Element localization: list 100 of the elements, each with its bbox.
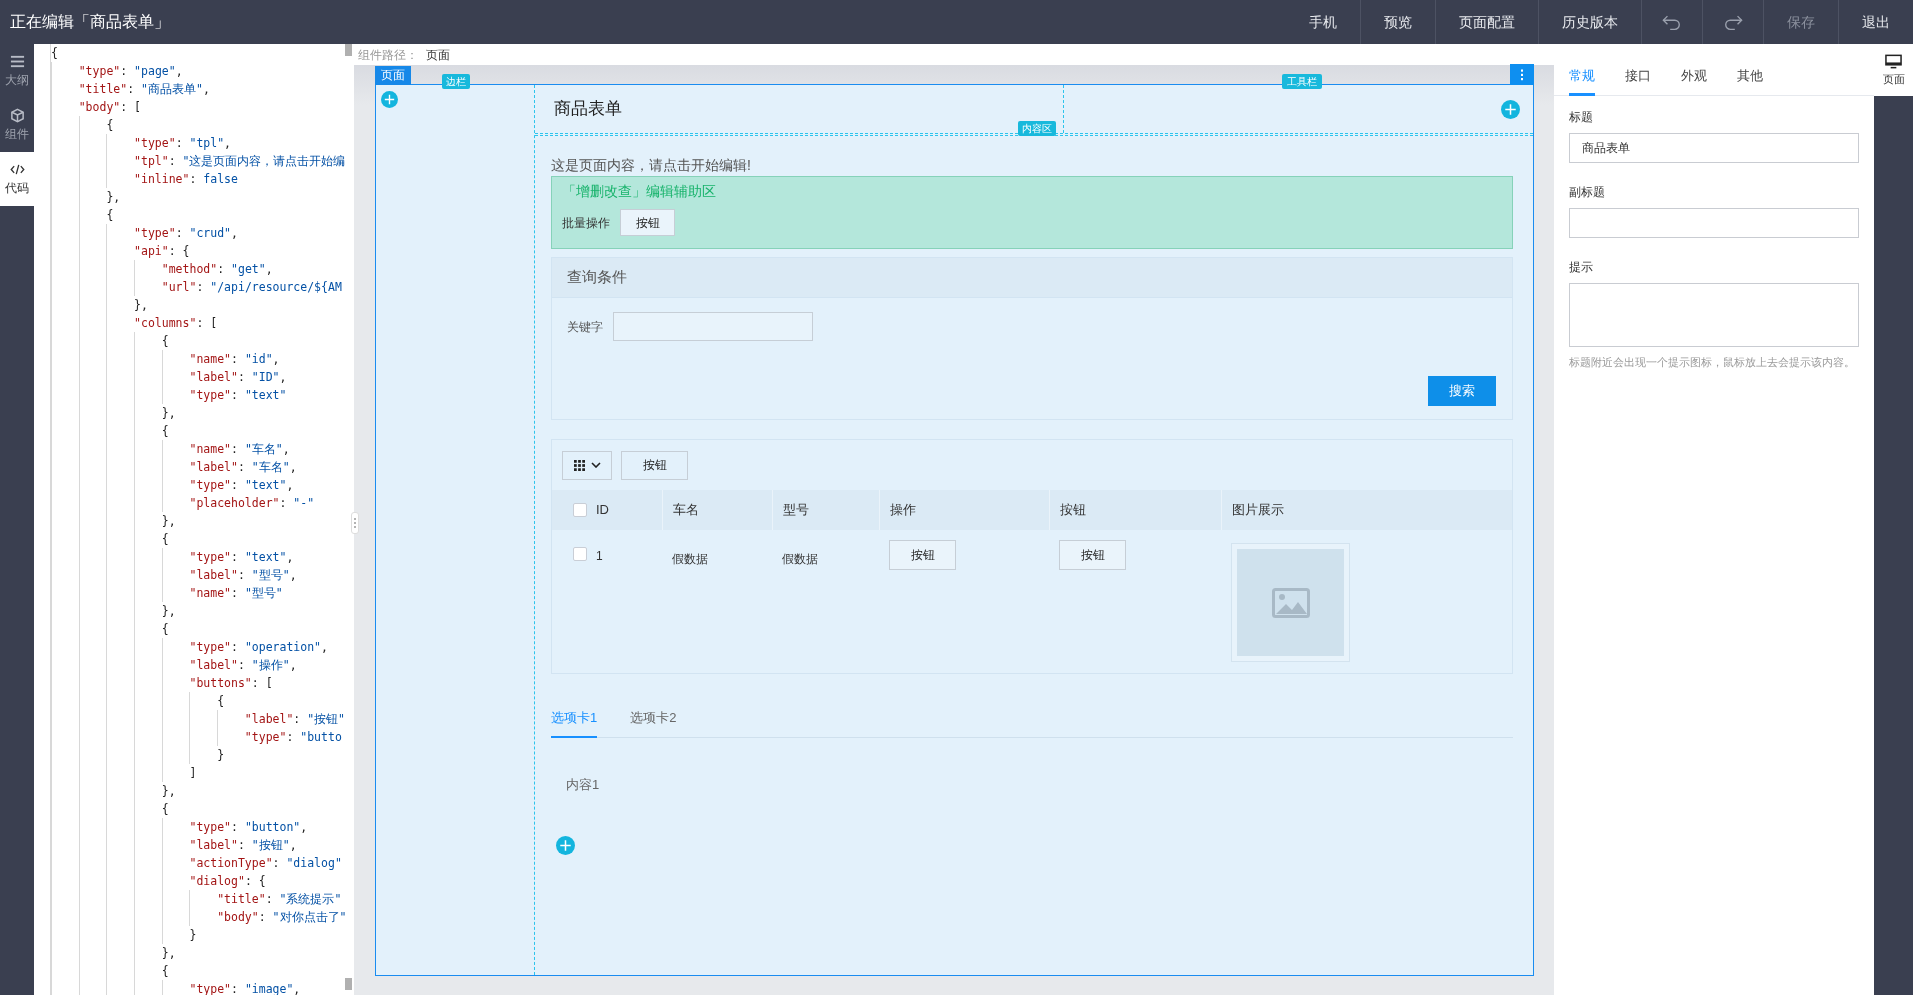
columns-dropdown[interactable]: [562, 450, 612, 480]
code-line: "type": "tpl",: [51, 134, 232, 152]
code-line: "type": "operation",: [51, 638, 328, 656]
rail-item[interactable]: 大纲: [0, 44, 34, 98]
code-line: "columns": [: [51, 314, 218, 332]
menu-icon: [9, 54, 25, 69]
table-cell: 1: [596, 549, 603, 563]
rail-item[interactable]: 代码: [0, 152, 34, 206]
page-tag[interactable]: 页面: [375, 66, 411, 85]
scrollbar-thumb[interactable]: [345, 44, 352, 56]
code-icon: [9, 162, 25, 177]
code-line: {: [51, 332, 169, 350]
code-line: "url": "/api/resource/${AM: [51, 278, 342, 296]
code-line: "label": "ID",: [51, 368, 287, 386]
column-header: 车名: [673, 501, 699, 520]
code-line: "buttons": [: [51, 674, 273, 692]
column-header: 操作: [890, 501, 916, 520]
code-line: "api": {: [51, 242, 190, 260]
code-line: ]: [51, 764, 197, 782]
code-line: "type": "text",: [51, 548, 294, 566]
toolbar-button[interactable]: 按钮: [621, 450, 688, 480]
code-line: "type": "page",: [51, 62, 183, 80]
scrollbar-thumb[interactable]: [345, 978, 352, 990]
code-line: "type": "crud",: [51, 224, 238, 242]
code-line: "title": "系统提示": [51, 890, 342, 908]
tab[interactable]: 选项卡2: [630, 700, 677, 738]
code-line: "title": "商品表单",: [51, 80, 210, 98]
toolbar-button[interactable]: 手机: [1286, 0, 1360, 44]
code-line: {: [51, 45, 58, 62]
code-line: "type": "text",: [51, 476, 294, 494]
code-line: "label": "车名",: [51, 458, 297, 476]
rail-item[interactable]: 组件: [0, 98, 34, 152]
tab-content-text: 内容1: [565, 776, 601, 794]
code-line: {: [51, 530, 169, 548]
field-label: 提示: [1569, 259, 1594, 276]
add-icon[interactable]: [381, 91, 398, 108]
code-line: {: [51, 800, 169, 818]
grid-icon: [573, 459, 585, 471]
column-header: ID: [596, 501, 609, 520]
code-line: "actionType": "dialog": [51, 854, 342, 872]
code-line: }: [51, 746, 225, 764]
code-line: },: [51, 404, 176, 422]
tab[interactable]: 外观: [1681, 58, 1707, 96]
intro-text: 这是页面内容，请点击开始编辑!: [551, 156, 752, 174]
code-line: "type": "image",: [51, 980, 301, 995]
code-line: {: [51, 116, 114, 134]
checkbox[interactable]: [573, 547, 587, 561]
code-line: "name": "id",: [51, 350, 280, 368]
code-line: {: [51, 692, 225, 710]
code-line: "method": "get",: [51, 260, 273, 278]
code-line: {: [51, 620, 169, 638]
tab[interactable]: 接口: [1625, 58, 1651, 96]
breadcrumb-label: 组件路径：: [358, 46, 418, 64]
tab[interactable]: 其他: [1737, 58, 1763, 96]
field-label: 标题: [1569, 109, 1594, 126]
rail-label: 组件: [5, 126, 29, 142]
code-line: "label": "操作",: [51, 656, 297, 674]
monitor-icon: [1885, 54, 1902, 69]
code-line: },: [51, 602, 176, 620]
row-button[interactable]: 按钮: [889, 540, 956, 570]
row-button[interactable]: 按钮: [1059, 540, 1126, 570]
panel-title: 查询条件: [567, 267, 627, 288]
add-icon[interactable]: [1501, 99, 1520, 119]
text-area[interactable]: [1569, 283, 1859, 347]
field-label: 关键字: [567, 318, 604, 336]
breadcrumb-link[interactable]: 页面: [426, 45, 450, 64]
caret-icon: [590, 462, 601, 468]
image-icon: [1271, 587, 1310, 618]
keyword-field[interactable]: [613, 312, 813, 341]
code-line: {: [51, 206, 114, 224]
code-line: "body": [: [51, 98, 142, 116]
code-line: }: [51, 926, 197, 944]
column-header: 按钮: [1060, 501, 1086, 520]
undo-icon: [1662, 14, 1682, 30]
code-line: },: [51, 782, 176, 800]
more-button[interactable]: [1510, 64, 1534, 85]
rail-label: 大纲: [5, 72, 29, 88]
rail-label: 代码: [5, 180, 29, 196]
code-line: },: [51, 296, 148, 314]
rail-item[interactable]: 页面: [1874, 44, 1913, 96]
code-line: "body": "对你点击了": [51, 908, 347, 926]
text-field[interactable]: [1569, 208, 1859, 238]
bulk-button[interactable]: 按钮: [620, 209, 675, 236]
code-line: "type": "text": [51, 386, 287, 404]
code-line: },: [51, 512, 176, 530]
checkbox[interactable]: [573, 503, 587, 517]
rail-label: 页面: [1882, 72, 1905, 86]
add-icon[interactable]: [556, 835, 575, 855]
code-line: "dialog": {: [51, 872, 266, 890]
code-line: },: [51, 944, 176, 962]
code-line: "label": "按钮": [51, 710, 346, 728]
redo-icon: [1723, 14, 1743, 30]
code-line: "label": "型号",: [51, 566, 297, 584]
text-field[interactable]: 商品表单: [1569, 133, 1859, 163]
code-line: {: [51, 962, 169, 980]
code-line: "name": "车名",: [51, 440, 290, 458]
column-header: 型号: [783, 501, 809, 520]
column-header: 图片展示: [1232, 501, 1284, 520]
window-title: 正在编辑「商品表单」: [9, 12, 170, 32]
code-line: "inline": false: [51, 170, 238, 188]
